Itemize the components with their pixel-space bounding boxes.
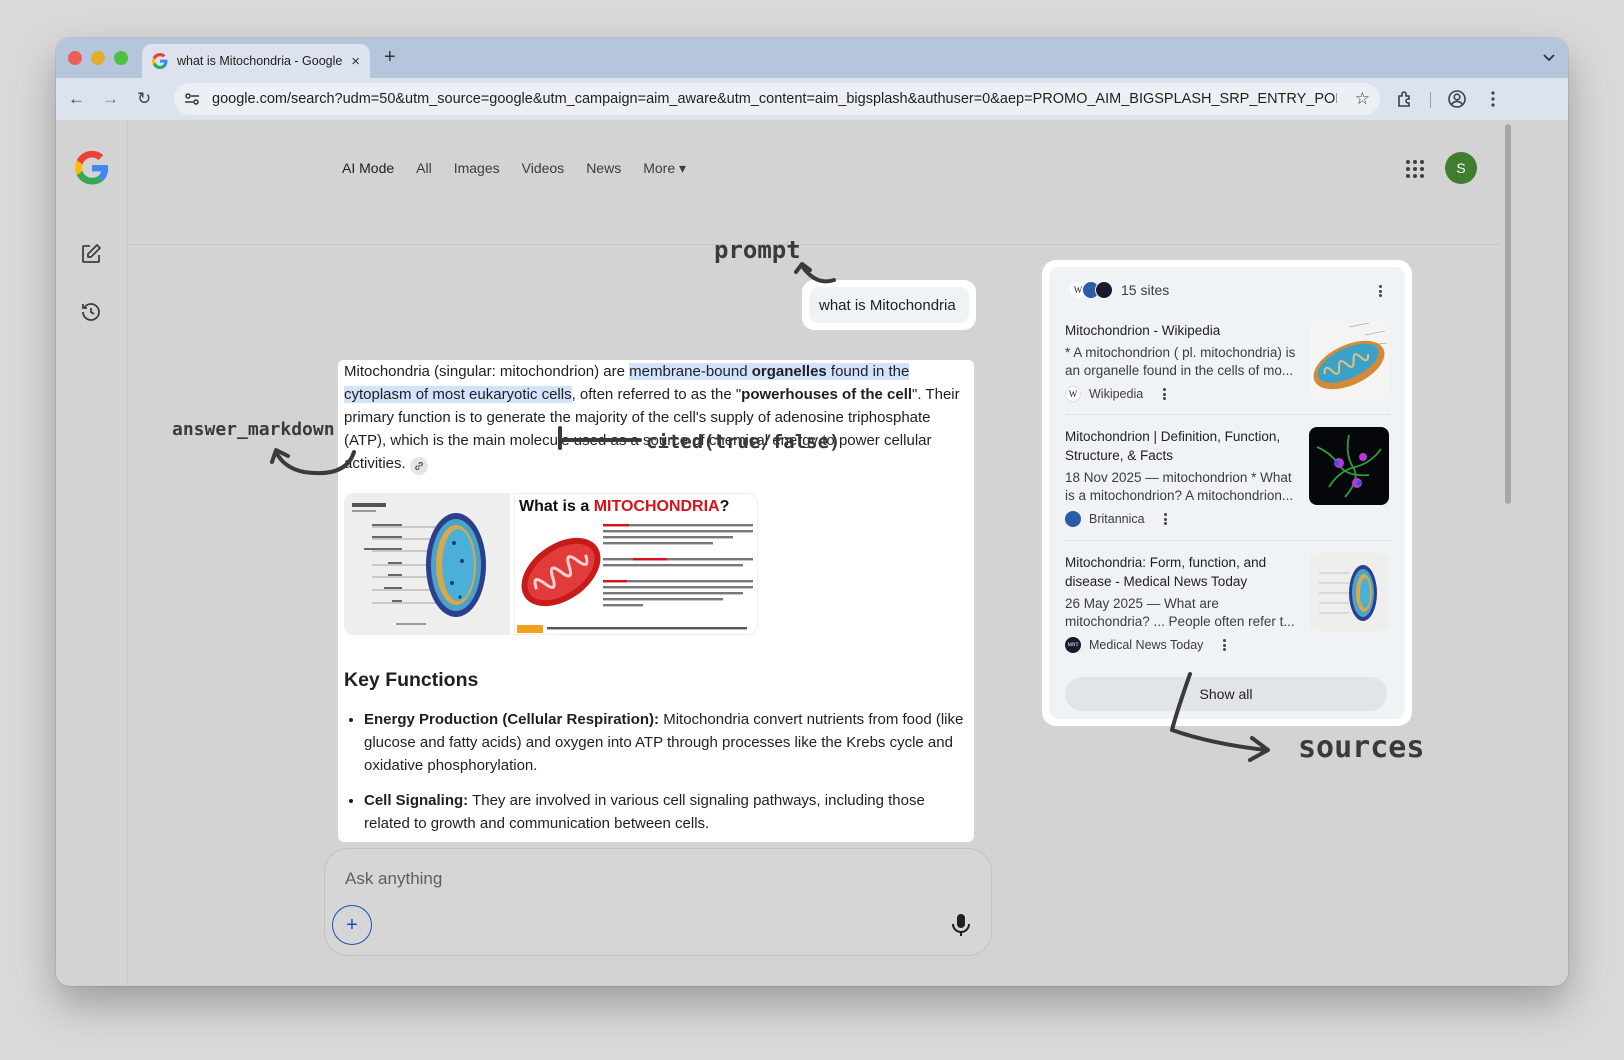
back-button[interactable]: ← — [68, 89, 85, 109]
show-all-button[interactable]: Show all — [1065, 677, 1387, 711]
annotation-cited: cited(true/false) — [646, 431, 841, 453]
sources-menu-icon[interactable] — [1373, 283, 1387, 299]
britannica-thumbnail[interactable] — [1309, 427, 1389, 505]
tab-strip: what is Mitochondria - Google × + — [56, 38, 1568, 78]
page-content: AI Mode All Images Videos News More ▾ S … — [56, 120, 1568, 986]
wikipedia-thumbnail[interactable] — [1309, 321, 1389, 399]
google-favicon-icon — [152, 53, 168, 69]
left-rail — [56, 120, 128, 986]
header-divider — [128, 244, 1504, 245]
extensions-icon[interactable] — [1394, 88, 1416, 110]
account-avatar[interactable]: S — [1445, 152, 1477, 184]
source-title[interactable]: Mitochondrion | Definition, Function, St… — [1065, 427, 1299, 465]
google-apps-icon[interactable] — [1404, 158, 1426, 180]
search-mode-tabs: AI Mode All Images Videos News More ▾ — [342, 160, 686, 177]
tab-search-chevron-icon[interactable] — [1538, 47, 1560, 69]
source-menu-icon[interactable] — [1157, 386, 1171, 402]
google-logo-icon[interactable] — [74, 150, 110, 186]
browser-tab[interactable]: what is Mitochondria - Google × — [142, 44, 370, 78]
reload-button[interactable]: ↻ — [137, 89, 151, 109]
answer-bold-text: powerhouses of the cell — [741, 386, 913, 403]
source-site-name: Britannica — [1089, 512, 1145, 526]
key-functions-list: Energy Production (Cellular Respiration)… — [344, 708, 968, 835]
annotation-answer: answer_markdown — [172, 419, 335, 440]
source-title[interactable]: Mitochondrion - Wikipedia — [1065, 321, 1299, 340]
source-site: B Britannica — [1065, 511, 1391, 527]
source-snippet: 18 Nov 2025 — mitochondrion * What is a … — [1065, 470, 1294, 503]
list-item: Energy Production (Cellular Respiration)… — [364, 708, 968, 777]
source-site-name: Wikipedia — [1089, 387, 1144, 401]
citation-link-icon[interactable] — [409, 457, 428, 475]
key-functions-heading: Key Functions — [344, 669, 479, 691]
source-card-wikipedia[interactable]: Mitochondrion - Wikipedia * A mitochondr… — [1065, 321, 1391, 402]
source-divider — [1065, 540, 1391, 541]
source-title[interactable]: Mitochondria: Form, function, and diseas… — [1065, 553, 1299, 591]
answer-text: Mitochondria (singular: mitochondrion) a… — [344, 363, 630, 380]
prompt-text: what is Mitochondria — [809, 287, 969, 323]
tab-all[interactable]: All — [416, 160, 432, 177]
source-menu-icon[interactable] — [1217, 637, 1231, 653]
site-settings-icon[interactable] — [184, 91, 200, 107]
page-scrollbar-thumb[interactable] — [1505, 124, 1511, 504]
answer-text-2: , often referred to as the " — [571, 386, 742, 403]
source-site: MNT Medical News Today — [1065, 637, 1391, 653]
history-icon[interactable] — [79, 300, 103, 324]
tab-close-button[interactable]: × — [351, 53, 360, 70]
source-menu-icon[interactable] — [1159, 511, 1173, 527]
what-is-mitochondria-image[interactable]: What is a MITOCHONDRIA? — [514, 493, 758, 635]
minimize-window-button[interactable] — [91, 51, 105, 65]
browser-toolbar: ← → ↻ google.com/search?udm=50&utm_sourc… — [56, 78, 1568, 120]
cited-bold-text: organelles — [751, 363, 827, 380]
list-item: Cell Signaling: They are involved in var… — [364, 789, 968, 835]
ask-input-box[interactable]: Ask anything + — [324, 848, 992, 956]
address-bar[interactable]: google.com/search?udm=50&utm_source=goog… — [174, 83, 1380, 115]
url-text[interactable]: google.com/search?udm=50&utm_source=goog… — [212, 91, 1337, 107]
microphone-icon[interactable] — [951, 913, 971, 937]
tab-news[interactable]: News — [586, 160, 621, 177]
close-window-button[interactable] — [68, 51, 82, 65]
source-snippet: * A mitochondrion ( pl. mitochondria) is… — [1065, 345, 1296, 378]
tab-more[interactable]: More ▾ — [643, 160, 686, 177]
source-favicons: W — [1069, 281, 1113, 299]
prompt-bubble: what is Mitochondria — [802, 280, 976, 330]
tab-title: what is Mitochondria - Google — [177, 54, 343, 68]
source-divider — [1065, 414, 1391, 415]
source-snippet: 26 May 2025 — What are mitochondria? ...… — [1065, 596, 1295, 629]
browser-menu-icon[interactable] — [1482, 88, 1504, 110]
forward-button[interactable]: → — [102, 89, 119, 109]
ask-input[interactable]: Ask anything — [345, 869, 442, 889]
bullet-bold: Cell Signaling: — [364, 792, 469, 809]
mnt-thumbnail[interactable] — [1309, 553, 1389, 631]
tab-images[interactable]: Images — [454, 160, 500, 177]
cited-text: membrane-bound — [629, 363, 752, 380]
sources-inner: W 15 sites Mitochondrion - Wikipedia * A… — [1049, 267, 1405, 719]
wikipedia-favicon-icon: W — [1065, 386, 1081, 402]
answer-paragraph: Mitochondria (singular: mitochondrion) a… — [344, 360, 968, 475]
browser-window: what is Mitochondria - Google × + ← → ↻ … — [56, 38, 1568, 986]
annotation-sources: sources — [1298, 730, 1425, 765]
sources-panel: W 15 sites Mitochondrion - Wikipedia * A… — [1042, 260, 1412, 726]
mnt-favicon-icon — [1095, 281, 1113, 299]
profile-icon[interactable] — [1446, 88, 1468, 110]
source-card-medical-news-today[interactable]: Mitochondria: Form, function, and diseas… — [1065, 553, 1391, 653]
britannica-favicon-icon: B — [1065, 511, 1081, 527]
new-tab-button[interactable]: + — [384, 46, 396, 69]
bookmark-star-icon[interactable]: ☆ — [1355, 89, 1370, 109]
tab-ai-mode[interactable]: AI Mode — [342, 160, 394, 177]
sources-count: 15 sites — [1121, 282, 1170, 298]
annotation-prompt: prompt — [714, 236, 801, 264]
source-card-britannica[interactable]: Mitochondrion | Definition, Function, St… — [1065, 427, 1391, 527]
toolbar-divider — [1430, 92, 1431, 108]
add-attachment-button[interactable]: + — [332, 905, 372, 945]
new-chat-edit-icon[interactable] — [79, 242, 103, 266]
answer-image-row: What is a MITOCHONDRIA? — [344, 493, 968, 635]
bullet-bold: Energy Production (Cellular Respiration)… — [364, 711, 660, 728]
source-site-name: Medical News Today — [1089, 638, 1204, 652]
tab-videos[interactable]: Videos — [522, 160, 565, 177]
sources-header[interactable]: W 15 sites — [1069, 281, 1169, 299]
maximize-window-button[interactable] — [114, 51, 128, 65]
mitochondria-diagram-image[interactable] — [344, 493, 510, 635]
mnt-favicon-icon: MNT — [1065, 637, 1081, 653]
